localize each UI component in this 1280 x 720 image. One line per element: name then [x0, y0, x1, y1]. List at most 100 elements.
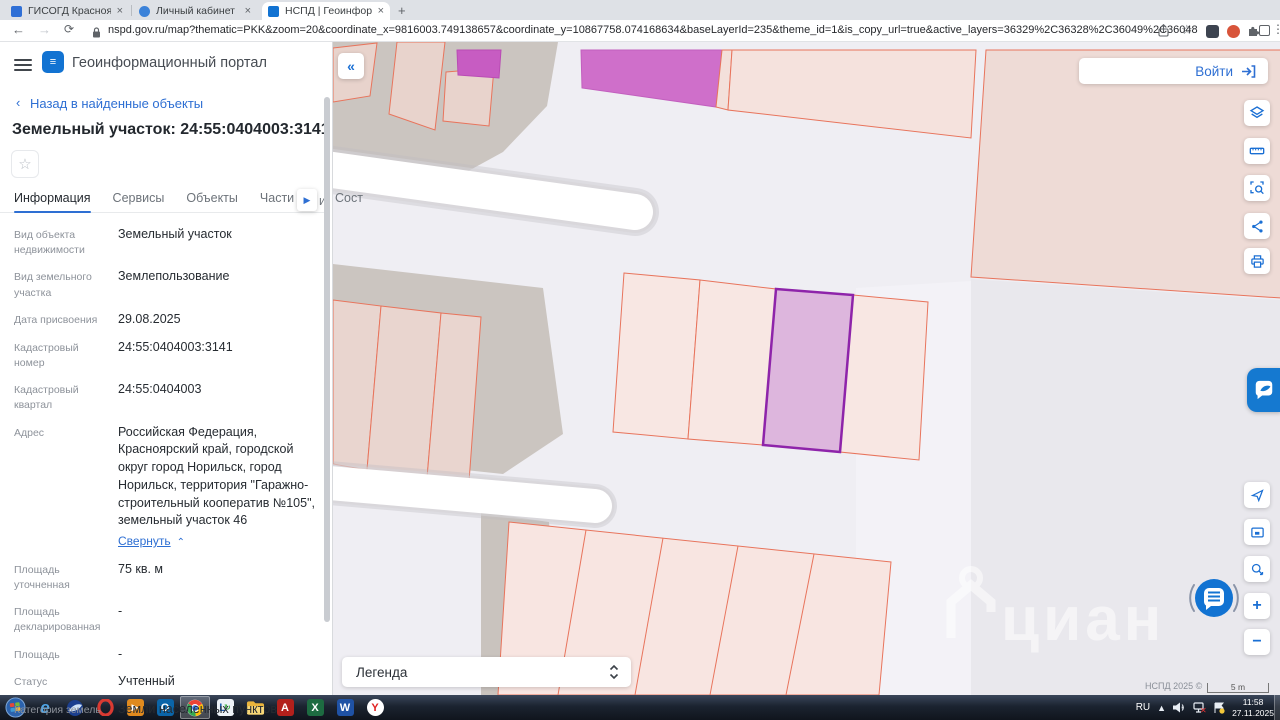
hidden-icons-arrow-icon[interactable]: ▲ — [1157, 703, 1166, 713]
field-label: Площадь — [14, 648, 60, 661]
printer-icon — [1250, 254, 1264, 268]
tab-favicon — [139, 5, 150, 17]
field-row: Дата присвоения 29.08.2025 — [14, 311, 318, 329]
chat-fab[interactable] — [1186, 570, 1242, 626]
collapse-panel-button[interactable]: « — [338, 53, 364, 79]
back-icon[interactable]: ← — [12, 22, 25, 37]
screen: ГИСОГД Красноярского края × Личный кабин… — [0, 0, 1280, 720]
chevron-up-icon[interactable]: ⌃ — [177, 536, 185, 550]
hamburger-menu-icon[interactable] — [14, 56, 32, 74]
lock-icon[interactable] — [92, 25, 101, 43]
login-button[interactable]: Войти — [1079, 58, 1268, 84]
field-value: 24:55:0404003:3141 — [118, 339, 233, 354]
panel-scrollbar[interactable] — [324, 97, 330, 622]
share-nodes-icon — [1251, 220, 1263, 232]
field-value: Российская Федерация, Красноярский край,… — [112, 424, 318, 551]
word-icon[interactable]: W — [330, 696, 360, 719]
tab-services[interactable]: Сервисы — [113, 186, 165, 212]
field-row: Кадастровый номер 24:55:0404003:3141 — [14, 339, 318, 371]
show-desktop-button[interactable] — [1274, 695, 1280, 720]
tab-close-icon[interactable]: × — [117, 5, 123, 17]
portal-logo: ≡ — [42, 51, 64, 73]
tab-favicon — [11, 5, 22, 17]
forward-icon: → — [38, 22, 51, 37]
field-row-address: Адрес Российская Федерация, Красноярский… — [14, 424, 318, 551]
field-value: 75 кв. м — [118, 561, 164, 576]
overview-map-button[interactable] — [1244, 519, 1270, 545]
yandex-browser-icon[interactable]: Y — [360, 696, 390, 719]
scale-label: 5 m — [1230, 682, 1246, 692]
svg-text:✕: ✕ — [1200, 706, 1206, 713]
zoom-in-button[interactable]: + — [1244, 593, 1270, 619]
reload-icon[interactable]: ⟳ — [64, 22, 74, 36]
print-button[interactable] — [1244, 248, 1270, 274]
share-map-button[interactable] — [1244, 213, 1270, 239]
zoom-out-button[interactable]: − — [1244, 629, 1270, 655]
area-search-button[interactable] — [1244, 175, 1270, 201]
field-row: Площадь декларированная - — [14, 603, 318, 635]
map-canvas[interactable]: циан « Войти + − Легенда НСПД 2025 © 5 m — [332, 42, 1280, 695]
tab-composition[interactable]: Сост — [335, 186, 363, 212]
tab-favicon — [268, 5, 279, 17]
taskbar-clock[interactable]: 11:58 27.11.2025 — [1232, 697, 1274, 718]
system-tray: RU ▲ ✕ 11:58 27.11.2025 — [1136, 695, 1274, 720]
browser-tab-2[interactable]: Личный кабинет × — [133, 2, 257, 20]
panel-tabs: Информация Сервисы Объекты Части ЗУ Сост — [0, 186, 363, 213]
tab-close-icon[interactable]: × — [245, 5, 251, 17]
tabs-overflow-arrow-icon[interactable]: ▶ — [297, 189, 317, 211]
field-label: Категория земель — [14, 704, 101, 717]
back-chevron-icon: ‹ — [16, 95, 21, 110]
field-label: Площадь декларированная — [14, 606, 101, 634]
field-row: Площадь - — [14, 646, 318, 664]
field-row: Вид объекта недвижимости Земельный участ… — [14, 226, 318, 258]
measure-button[interactable] — [1244, 138, 1270, 164]
field-row: Площадь уточненная 75 кв. м — [14, 561, 318, 593]
login-label: Войти — [1195, 63, 1233, 79]
field-value: Земельный участок — [118, 227, 232, 241]
field-value: Земли населенных пунктов — [118, 702, 277, 717]
url-field[interactable]: nspd.gov.ru/map?thematic=PKK&zoom=20&coo… — [108, 24, 1198, 36]
field-label: Площадь уточненная — [14, 563, 70, 591]
geolocation-button[interactable] — [1244, 482, 1270, 508]
collapse-address-link[interactable]: Свернуть — [118, 533, 171, 550]
extension-red-icon[interactable] — [1227, 25, 1240, 38]
selected-parcel[interactable] — [761, 287, 855, 454]
field-label: Вид земельного участка — [14, 271, 92, 299]
share-icon[interactable] — [1157, 23, 1170, 42]
field-value: 29.08.2025 — [118, 311, 181, 326]
expand-collapse-chevrons-icon[interactable] — [609, 664, 619, 680]
browser-menu-icon[interactable]: ⋮ — [1272, 22, 1280, 36]
field-label: Адрес — [14, 426, 45, 439]
action-center-flag-icon[interactable] — [1213, 702, 1225, 714]
back-to-results-link[interactable]: Назад в найденные объекты — [30, 96, 203, 111]
tab-separator — [131, 5, 132, 16]
field-row: Вид земельного участка Землепользование — [14, 268, 318, 300]
language-indicator[interactable]: RU — [1136, 702, 1150, 713]
layers-button[interactable] — [1244, 100, 1270, 126]
cadastral-map: циан — [333, 42, 1280, 695]
legend-bar[interactable]: Легенда — [342, 657, 631, 687]
search-on-map-button[interactable] — [1244, 556, 1270, 582]
tab-close-icon[interactable]: × — [378, 5, 384, 17]
app-title: Геоинформационный портал — [72, 55, 267, 71]
tab-information[interactable]: Информация — [14, 186, 91, 213]
assistant-widget-tab[interactable] — [1247, 368, 1280, 412]
field-value: Землепользование — [118, 269, 230, 284]
browser-tab-active[interactable]: НСПД | Геоинформационный п × — [262, 2, 390, 20]
volume-icon[interactable] — [1173, 702, 1186, 713]
tab-title: ГИСОГД Красноярского края — [28, 5, 111, 17]
extension-shield-icon[interactable] — [1206, 25, 1219, 38]
network-icon[interactable]: ✕ — [1193, 702, 1206, 713]
window-icon[interactable] — [1259, 25, 1270, 36]
tab-title: НСПД | Геоинформационный п — [285, 5, 372, 17]
info-panel: ≡ Геоинформационный портал ‹ Назад в най… — [0, 42, 363, 716]
field-row: Категория земель Земли населенных пункто… — [14, 701, 318, 719]
new-tab-button[interactable]: + — [398, 3, 406, 18]
bookmark-star-icon[interactable]: ☆ — [1181, 22, 1193, 38]
favorite-star-icon[interactable]: ☆ — [11, 150, 39, 178]
browser-tab-1[interactable]: ГИСОГД Красноярского края × — [5, 2, 129, 20]
scale-bar: 5 m — [1207, 683, 1269, 693]
tab-objects[interactable]: Объекты — [186, 186, 238, 212]
field-value: Учтенный — [118, 674, 175, 689]
field-list: Вид объекта недвижимости Земельный участ… — [0, 220, 318, 720]
